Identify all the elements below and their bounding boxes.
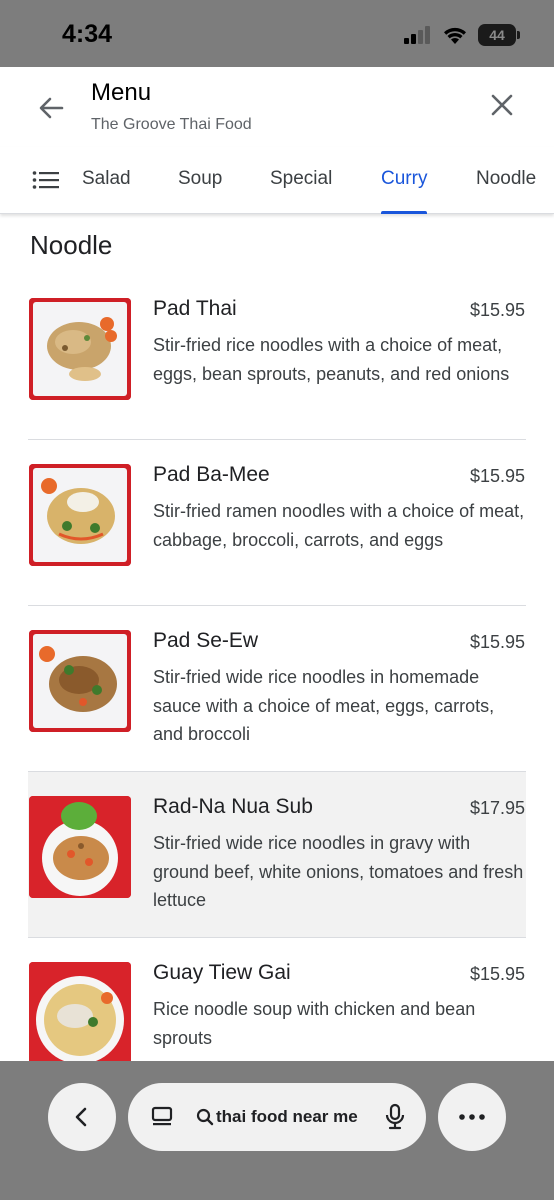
tab-salad[interactable]: Salad xyxy=(82,168,131,214)
search-bar[interactable]: thai food near me xyxy=(128,1083,426,1151)
item-name: Pad Se-Ew xyxy=(153,629,259,652)
browser-bottom-bar: thai food near me xyxy=(0,1061,554,1200)
item-name: Pad Thai xyxy=(153,297,237,320)
item-price: $15.95 xyxy=(469,300,525,320)
menu-item[interactable]: Pad Thai $15.95 Stir-fried rice noodles … xyxy=(28,274,526,440)
back-button[interactable] xyxy=(34,91,68,125)
tab-label: Salad xyxy=(82,168,131,189)
dish-photo xyxy=(29,962,131,1061)
item-description: Stir-fried wide rice noodles in homemade… xyxy=(153,667,495,744)
list-icon xyxy=(32,171,59,189)
item-price: $17.95 xyxy=(469,798,525,818)
menu-item[interactable]: Guay Tiew Gai $15.95 Rice noodle soup wi… xyxy=(28,938,526,1061)
close-button[interactable] xyxy=(488,91,516,119)
header: Menu The Groove Thai Food xyxy=(0,67,554,147)
arrow-back-icon xyxy=(39,97,64,119)
mic-icon[interactable] xyxy=(384,1103,406,1131)
section-title: Noodle xyxy=(30,230,113,260)
tab-label: Curry xyxy=(381,168,428,189)
status-icons: 44 xyxy=(404,24,520,46)
tab-special[interactable]: Special xyxy=(270,168,332,214)
dish-photo xyxy=(29,796,131,898)
status-time: 4:34 xyxy=(62,20,113,48)
menu-sheet: Menu The Groove Thai Food Salad Soup Spe… xyxy=(0,67,554,1061)
item-price: $15.95 xyxy=(469,632,525,652)
item-description: Rice noodle soup with chicken and bean s… xyxy=(153,999,476,1048)
menu-item[interactable]: Pad Se-Ew $15.95 Stir-fried wide rice no… xyxy=(28,606,526,772)
close-icon xyxy=(491,94,513,116)
tab-soup[interactable]: Soup xyxy=(178,168,222,214)
tab-label: Noodle xyxy=(476,168,537,189)
restaurant-name: The Groove Thai Food xyxy=(91,116,252,133)
signal-icon xyxy=(404,26,430,44)
item-description: Stir-fried wide rice noodles in gravy wi… xyxy=(153,833,524,910)
more-options-button[interactable] xyxy=(438,1083,506,1151)
chevron-left-icon xyxy=(75,1107,87,1127)
category-list-button[interactable] xyxy=(32,169,60,191)
dish-photo xyxy=(29,298,131,400)
tab-label: Special xyxy=(270,168,333,189)
search-icon xyxy=(196,1108,214,1126)
search-query: thai food near me xyxy=(216,1107,358,1126)
status-bar: 4:34 44 xyxy=(0,0,554,67)
wifi-icon xyxy=(444,27,466,44)
item-name: Pad Ba-Mee xyxy=(153,463,270,486)
tab-curry[interactable]: Curry xyxy=(381,168,428,214)
item-name: Guay Tiew Gai xyxy=(153,961,291,984)
item-description: Stir-fried rice noodles with a choice of… xyxy=(153,335,510,384)
item-description: Stir-fried ramen noodles with a choice o… xyxy=(153,501,525,550)
item-name: Rad-Na Nua Sub xyxy=(153,795,313,818)
item-price: $15.95 xyxy=(469,964,525,984)
more-icon xyxy=(459,1114,485,1120)
tabs-icon[interactable] xyxy=(150,1105,174,1129)
battery-icon: 44 xyxy=(478,24,520,46)
category-tabs: Salad Soup Special Curry Noodle xyxy=(0,147,554,214)
dish-photo xyxy=(29,630,131,732)
active-tab-indicator xyxy=(381,211,428,214)
page-title: Menu xyxy=(91,79,152,106)
tab-noodle[interactable]: Noodle xyxy=(476,168,536,214)
dish-photo xyxy=(29,464,131,566)
item-price: $15.95 xyxy=(469,466,525,486)
browser-back-button[interactable] xyxy=(48,1083,116,1151)
menu-item[interactable]: Pad Ba-Mee $15.95 Stir-fried ramen noodl… xyxy=(28,440,526,606)
menu-item[interactable]: Rad-Na Nua Sub $17.95 Stir-fried wide ri… xyxy=(28,772,526,938)
tab-label: Soup xyxy=(178,168,223,189)
